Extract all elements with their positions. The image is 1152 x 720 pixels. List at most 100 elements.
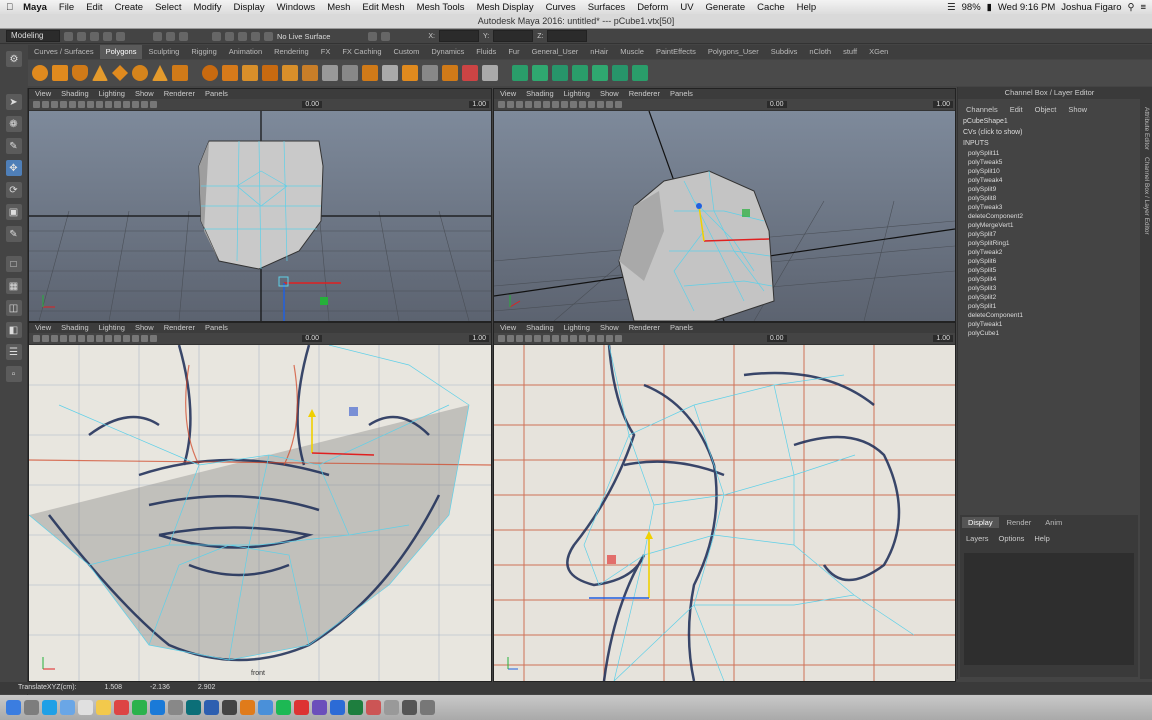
tab-display-layers[interactable]: Display [962,517,999,528]
vlc-icon[interactable] [240,700,255,715]
exposure-field[interactable]: 0.00 [302,101,322,108]
vp1-menu-shading[interactable]: Shading [61,89,89,99]
after-effects-icon[interactable] [312,700,327,715]
paint-select-tool-icon[interactable]: ✎ [5,138,22,154]
film-gate-icon[interactable] [543,101,550,108]
menu-help[interactable]: Help [791,2,823,13]
manipulator-z-handle[interactable] [696,203,702,209]
input-node[interactable]: deleteComponent1 [958,311,1141,320]
shadows-icon[interactable] [597,101,604,108]
menu-create[interactable]: Create [109,2,150,13]
tab-fx-caching[interactable]: FX Caching [336,45,387,59]
select-by-component-icon[interactable] [179,31,188,41]
move-tool-icon[interactable]: ✥ [5,160,22,176]
battery-icon[interactable]: ▮ [987,2,992,13]
tab-animation[interactable]: Animation [223,45,268,59]
textured-icon[interactable] [114,335,121,342]
textured-icon[interactable] [579,101,586,108]
word-icon[interactable] [330,700,345,715]
vp1-menu-panels[interactable]: Panels [205,89,228,99]
isolate-select-icon[interactable] [150,335,157,342]
camera-icon[interactable] [498,101,505,108]
spotlight-icon[interactable]: ⚲ [1127,2,1134,13]
menu-display[interactable]: Display [227,2,270,13]
input-node[interactable]: polySplit4 [958,275,1141,284]
rotate-tool-icon[interactable]: ⟳ [5,182,22,198]
input-node[interactable]: polySplit7 [958,230,1141,239]
snap-surface-icon[interactable] [251,31,260,41]
skype-icon[interactable] [258,700,273,715]
isolate-select-icon[interactable] [150,101,157,108]
film-gate-icon[interactable] [78,101,85,108]
vp3-menu-show[interactable]: Show [135,323,154,333]
delete-edge-icon[interactable] [462,65,478,81]
vp1-menu-view[interactable]: View [35,89,51,99]
spherical-map-icon[interactable] [572,65,588,81]
render-icon[interactable] [368,31,378,41]
spotify-icon[interactable] [276,700,291,715]
ipr-render-icon[interactable] [381,31,391,41]
smooth-shade-icon[interactable] [570,335,577,342]
auto-map-icon[interactable] [592,65,608,81]
planar-map-icon[interactable] [532,65,548,81]
vp2-menu-view[interactable]: View [500,89,516,99]
menu-windows[interactable]: Windows [271,2,322,13]
chrome-icon[interactable] [294,700,309,715]
tab-ncloth[interactable]: nCloth [803,45,837,59]
tab-xgen[interactable]: XGen [863,45,894,59]
menu-app-name[interactable]: Maya [19,2,53,13]
tab-painteffects[interactable]: PaintEffects [650,45,702,59]
outliner-layout-icon[interactable]: ☰ [5,344,22,360]
live-surface-label[interactable]: No Live Surface [277,32,330,41]
tab-polygons-user[interactable]: Polygons_User [702,45,765,59]
scale-tool-icon[interactable]: ▣ [5,204,22,220]
isolate-select-icon[interactable] [615,335,622,342]
menu-curves[interactable]: Curves [540,2,582,13]
input-node[interactable]: polySplit2 [958,293,1141,302]
image-plane-icon[interactable] [60,101,67,108]
tab-curves-surfaces[interactable]: Curves / Surfaces [28,45,100,59]
tab-polygons[interactable]: Polygons [99,45,143,59]
bookmark-icon[interactable] [516,335,523,342]
grid-icon[interactable] [69,101,76,108]
cb-menu-channels[interactable]: Channels [966,105,998,114]
exposure-field[interactable]: 0.00 [766,335,787,342]
insert-loop-icon[interactable] [482,65,498,81]
lasso-tool-icon[interactable]: ❁ [5,116,22,132]
xray-icon[interactable] [606,335,613,342]
poly-cube-icon[interactable] [52,65,68,81]
tab-general-user[interactable]: General_User [526,45,585,59]
viewport-canvas[interactable]: front [29,344,491,681]
select-by-object-icon[interactable] [166,31,175,41]
select-by-hierarchy-icon[interactable] [153,31,162,41]
textured-icon[interactable] [114,101,121,108]
input-node[interactable]: polySplit5 [958,266,1141,275]
music-icon[interactable] [114,700,129,715]
vp2-menu-renderer[interactable]: Renderer [629,89,660,99]
undo-icon[interactable] [103,31,112,41]
layer-menu-layers[interactable]: Layers [966,534,989,543]
make-live-icon[interactable] [264,31,273,41]
manipulator-plane-handle[interactable] [349,407,358,416]
smooth-shade-icon[interactable] [105,101,112,108]
save-scene-icon[interactable] [90,31,99,41]
cb-menu-object[interactable]: Object [1035,105,1057,114]
uv-editor-icon[interactable] [512,65,528,81]
resolution-gate-icon[interactable] [87,101,94,108]
terminal-icon[interactable] [222,700,237,715]
image-plane-icon[interactable] [60,335,67,342]
menu-uv[interactable]: UV [674,2,699,13]
input-node[interactable]: polySplit8 [958,194,1141,203]
resolution-gate-icon[interactable] [552,335,559,342]
camera-attrs-icon[interactable] [42,335,49,342]
wifi-icon[interactable]: ☰ [947,2,956,13]
viewport-canvas[interactable] [494,110,955,321]
open-scene-icon[interactable] [77,31,86,41]
vp2-menu-shading[interactable]: Shading [526,89,554,99]
input-node[interactable]: polySplit3 [958,284,1141,293]
input-node[interactable]: polyTweak5 [958,158,1141,167]
input-node[interactable]: polySplit9 [958,185,1141,194]
coord-x-field[interactable] [439,30,479,42]
lights-icon[interactable] [588,101,595,108]
wireframe-icon[interactable] [96,335,103,342]
